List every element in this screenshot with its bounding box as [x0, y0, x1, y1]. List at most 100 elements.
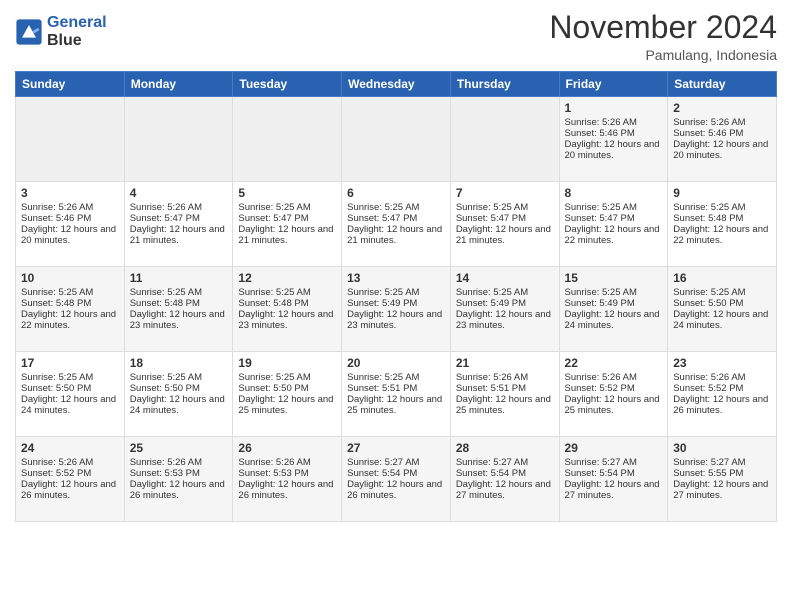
sunrise-text: Sunrise: 5:26 AM	[238, 457, 310, 468]
calendar-cell: 25Sunrise: 5:26 AMSunset: 5:53 PMDayligh…	[124, 437, 233, 522]
sunset-text: Sunset: 5:49 PM	[456, 298, 526, 309]
day-number: 5	[238, 186, 336, 200]
sunset-text: Sunset: 5:47 PM	[456, 213, 526, 224]
calendar-cell: 3Sunrise: 5:26 AMSunset: 5:46 PMDaylight…	[16, 182, 125, 267]
calendar-week-row: 10Sunrise: 5:25 AMSunset: 5:48 PMDayligh…	[16, 267, 777, 352]
sunrise-text: Sunrise: 5:26 AM	[130, 202, 202, 213]
calendar-cell: 9Sunrise: 5:25 AMSunset: 5:48 PMDaylight…	[668, 182, 777, 267]
day-number: 24	[21, 441, 119, 455]
calendar-cell: 5Sunrise: 5:25 AMSunset: 5:47 PMDaylight…	[233, 182, 342, 267]
day-number: 3	[21, 186, 119, 200]
calendar-week-row: 24Sunrise: 5:26 AMSunset: 5:52 PMDayligh…	[16, 437, 777, 522]
weekday-header: Friday	[559, 72, 668, 97]
calendar-cell: 22Sunrise: 5:26 AMSunset: 5:52 PMDayligh…	[559, 352, 668, 437]
calendar-cell: 16Sunrise: 5:25 AMSunset: 5:50 PMDayligh…	[668, 267, 777, 352]
daylight-text: Daylight: 12 hours and 26 minutes.	[347, 479, 442, 501]
calendar-cell: 21Sunrise: 5:26 AMSunset: 5:51 PMDayligh…	[450, 352, 559, 437]
day-number: 1	[565, 101, 663, 115]
calendar-cell	[342, 97, 451, 182]
day-number: 30	[673, 441, 771, 455]
calendar-cell: 26Sunrise: 5:26 AMSunset: 5:53 PMDayligh…	[233, 437, 342, 522]
calendar-cell: 8Sunrise: 5:25 AMSunset: 5:47 PMDaylight…	[559, 182, 668, 267]
calendar-week-row: 17Sunrise: 5:25 AMSunset: 5:50 PMDayligh…	[16, 352, 777, 437]
sunrise-text: Sunrise: 5:25 AM	[673, 202, 745, 213]
daylight-text: Daylight: 12 hours and 22 minutes.	[565, 224, 660, 246]
sunset-text: Sunset: 5:51 PM	[347, 383, 417, 394]
sunrise-text: Sunrise: 5:25 AM	[130, 372, 202, 383]
day-number: 22	[565, 356, 663, 370]
daylight-text: Daylight: 12 hours and 27 minutes.	[456, 479, 551, 501]
sunrise-text: Sunrise: 5:25 AM	[347, 372, 419, 383]
calendar-cell: 10Sunrise: 5:25 AMSunset: 5:48 PMDayligh…	[16, 267, 125, 352]
weekday-header: Wednesday	[342, 72, 451, 97]
daylight-text: Daylight: 12 hours and 25 minutes.	[565, 394, 660, 416]
month-title: November 2024	[549, 10, 777, 45]
day-number: 10	[21, 271, 119, 285]
calendar-week-row: 1Sunrise: 5:26 AMSunset: 5:46 PMDaylight…	[16, 97, 777, 182]
calendar-cell	[124, 97, 233, 182]
daylight-text: Daylight: 12 hours and 27 minutes.	[565, 479, 660, 501]
sunset-text: Sunset: 5:50 PM	[238, 383, 308, 394]
daylight-text: Daylight: 12 hours and 20 minutes.	[565, 139, 660, 161]
sunrise-text: Sunrise: 5:25 AM	[565, 287, 637, 298]
daylight-text: Daylight: 12 hours and 26 minutes.	[673, 394, 768, 416]
sunset-text: Sunset: 5:53 PM	[238, 468, 308, 479]
sunrise-text: Sunrise: 5:25 AM	[238, 372, 310, 383]
sunset-text: Sunset: 5:53 PM	[130, 468, 200, 479]
calendar-cell: 4Sunrise: 5:26 AMSunset: 5:47 PMDaylight…	[124, 182, 233, 267]
day-number: 23	[673, 356, 771, 370]
weekday-header: Thursday	[450, 72, 559, 97]
calendar-cell	[16, 97, 125, 182]
sunset-text: Sunset: 5:48 PM	[21, 298, 91, 309]
sunset-text: Sunset: 5:49 PM	[347, 298, 417, 309]
sunset-text: Sunset: 5:46 PM	[21, 213, 91, 224]
sunrise-text: Sunrise: 5:25 AM	[21, 372, 93, 383]
daylight-text: Daylight: 12 hours and 23 minutes.	[347, 309, 442, 331]
day-number: 16	[673, 271, 771, 285]
daylight-text: Daylight: 12 hours and 23 minutes.	[130, 309, 225, 331]
sunset-text: Sunset: 5:50 PM	[130, 383, 200, 394]
sunrise-text: Sunrise: 5:25 AM	[347, 287, 419, 298]
daylight-text: Daylight: 12 hours and 20 minutes.	[673, 139, 768, 161]
daylight-text: Daylight: 12 hours and 21 minutes.	[130, 224, 225, 246]
calendar-cell: 13Sunrise: 5:25 AMSunset: 5:49 PMDayligh…	[342, 267, 451, 352]
day-number: 14	[456, 271, 554, 285]
sunrise-text: Sunrise: 5:25 AM	[347, 202, 419, 213]
calendar-cell: 29Sunrise: 5:27 AMSunset: 5:54 PMDayligh…	[559, 437, 668, 522]
sunrise-text: Sunrise: 5:26 AM	[130, 457, 202, 468]
sunset-text: Sunset: 5:51 PM	[456, 383, 526, 394]
sunset-text: Sunset: 5:55 PM	[673, 468, 743, 479]
calendar-header-row: SundayMondayTuesdayWednesdayThursdayFrid…	[16, 72, 777, 97]
calendar-cell: 2Sunrise: 5:26 AMSunset: 5:46 PMDaylight…	[668, 97, 777, 182]
calendar-cell: 6Sunrise: 5:25 AMSunset: 5:47 PMDaylight…	[342, 182, 451, 267]
day-number: 29	[565, 441, 663, 455]
logo: General Blue	[15, 14, 107, 49]
calendar-week-row: 3Sunrise: 5:26 AMSunset: 5:46 PMDaylight…	[16, 182, 777, 267]
weekday-header: Sunday	[16, 72, 125, 97]
sunset-text: Sunset: 5:46 PM	[565, 128, 635, 139]
sunrise-text: Sunrise: 5:27 AM	[673, 457, 745, 468]
logo-text: General Blue	[47, 14, 107, 49]
sunset-text: Sunset: 5:52 PM	[565, 383, 635, 394]
sunrise-text: Sunrise: 5:26 AM	[456, 372, 528, 383]
calendar-cell: 27Sunrise: 5:27 AMSunset: 5:54 PMDayligh…	[342, 437, 451, 522]
daylight-text: Daylight: 12 hours and 22 minutes.	[673, 224, 768, 246]
sunrise-text: Sunrise: 5:26 AM	[673, 372, 745, 383]
day-number: 25	[130, 441, 228, 455]
sunset-text: Sunset: 5:54 PM	[456, 468, 526, 479]
sunrise-text: Sunrise: 5:26 AM	[21, 202, 93, 213]
day-number: 21	[456, 356, 554, 370]
calendar-cell: 24Sunrise: 5:26 AMSunset: 5:52 PMDayligh…	[16, 437, 125, 522]
sunset-text: Sunset: 5:54 PM	[565, 468, 635, 479]
daylight-text: Daylight: 12 hours and 21 minutes.	[456, 224, 551, 246]
daylight-text: Daylight: 12 hours and 24 minutes.	[565, 309, 660, 331]
sunrise-text: Sunrise: 5:26 AM	[21, 457, 93, 468]
calendar-cell: 12Sunrise: 5:25 AMSunset: 5:48 PMDayligh…	[233, 267, 342, 352]
sunset-text: Sunset: 5:48 PM	[130, 298, 200, 309]
day-number: 19	[238, 356, 336, 370]
sunrise-text: Sunrise: 5:26 AM	[565, 117, 637, 128]
daylight-text: Daylight: 12 hours and 23 minutes.	[238, 309, 333, 331]
location: Pamulang, Indonesia	[549, 47, 777, 63]
sunset-text: Sunset: 5:50 PM	[21, 383, 91, 394]
calendar-cell: 17Sunrise: 5:25 AMSunset: 5:50 PMDayligh…	[16, 352, 125, 437]
